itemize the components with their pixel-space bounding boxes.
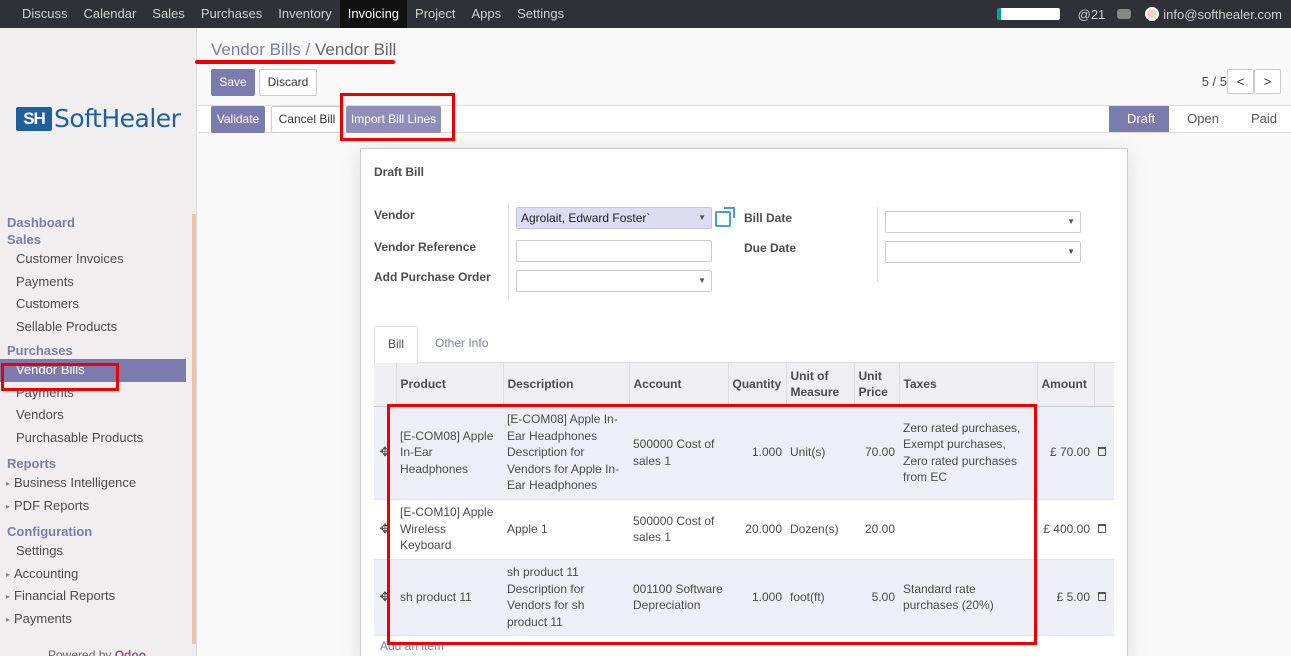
top-navbar: Discuss Calendar Sales Purchases Invento… (0, 0, 1291, 28)
user-menu[interactable]: info@softhealer.com (1163, 7, 1282, 22)
breadcrumb: Vendor Bills / Vendor Bill (211, 40, 397, 59)
main-content: Vendor Bills / Vendor Bill Save Discard … (195, 28, 1291, 656)
stage-open[interactable]: Open (1169, 106, 1233, 132)
highlight-import-button (340, 93, 455, 141)
sidebar-section-configuration: Configuration (7, 524, 93, 539)
avatar[interactable] (1145, 7, 1160, 21)
caret-down-icon[interactable]: ▼ (1067, 242, 1075, 262)
pager-prev-button[interactable]: < (1227, 69, 1254, 94)
menu-invoicing[interactable]: Invoicing (339, 0, 408, 28)
menu-apps[interactable]: Apps (464, 0, 510, 28)
at-icon: @ (1077, 6, 1091, 22)
purchase-order-select[interactable]: ▼ (516, 270, 712, 292)
cancel-bill-button[interactable]: Cancel Bill (271, 106, 343, 133)
sidebar-item-customer-invoices[interactable]: Customer Invoices (0, 248, 186, 271)
form-tabs: Bill Other Info (374, 326, 1114, 363)
highlight-underline (195, 60, 395, 64)
logo-mark-icon: SH (16, 106, 52, 131)
highlight-bill-lines (387, 404, 1037, 645)
company-logo: SH SoftHealer (16, 104, 181, 133)
bill-date-label: Bill Date (744, 211, 793, 225)
col-taxes[interactable]: Taxes (899, 363, 1038, 407)
col-quantity[interactable]: Quantity (728, 363, 787, 407)
tab-other-info[interactable]: Other Info (422, 326, 501, 363)
vendor-reference-label: Vendor Reference (374, 240, 477, 254)
status-stages: Draft Open Paid (1108, 106, 1291, 132)
caret-down-icon[interactable]: ▼ (698, 271, 706, 291)
highlight-vendor-bills (1, 363, 119, 391)
trash-icon[interactable] (1098, 591, 1106, 601)
menu-calendar[interactable]: Calendar (76, 0, 145, 28)
sidebar-item-sellable-products[interactable]: Sellable Products (0, 316, 186, 339)
chat-icon[interactable] (1117, 9, 1132, 19)
add-purchase-order-label: Add Purchase Order (374, 270, 491, 284)
trash-icon[interactable] (1098, 523, 1106, 533)
external-link-icon[interactable] (715, 207, 735, 227)
stage-paid[interactable]: Paid (1232, 106, 1291, 132)
breadcrumb-parent[interactable]: Vendor Bills (211, 40, 301, 59)
sidebar-section-reports: Reports (7, 456, 57, 471)
mentions-counter[interactable]: @21 (1078, 7, 1106, 22)
stage-draft[interactable]: Draft (1108, 106, 1170, 132)
breadcrumb-current: Vendor Bill (314, 40, 397, 59)
menu-project[interactable]: Project (407, 0, 463, 28)
form-title: Draft Bill (374, 165, 425, 179)
vendor-label: Vendor (374, 208, 415, 222)
menu-sales[interactable]: Sales (144, 0, 193, 28)
col-account[interactable]: Account (629, 363, 729, 407)
sidebar-item-purchasable-products[interactable]: Purchasable Products (0, 427, 186, 450)
sidebar-item-financial-reports[interactable]: Financial Reports (0, 585, 186, 608)
pager-counter[interactable]: 5 / 5 (1202, 74, 1227, 89)
pager-next-button[interactable]: > (1254, 69, 1281, 94)
col-description[interactable]: Description (503, 363, 630, 407)
sidebar-scrollbar[interactable] (192, 214, 196, 644)
onboarding-progress-bar[interactable] (996, 8, 1060, 20)
sidebar-section-dashboard[interactable]: Dashboard (0, 214, 186, 231)
discard-button[interactable]: Discard (259, 69, 317, 96)
menu-inventory[interactable]: Inventory (270, 0, 339, 28)
powered-by: Powered by Odoo (48, 648, 146, 656)
logo-text: SoftHealer (54, 104, 181, 133)
odoo-link[interactable]: Odoo (115, 648, 146, 656)
sidebar-item-payments[interactable]: Payments (0, 271, 186, 294)
sidebar-item-accounting[interactable]: Accounting (0, 563, 186, 586)
sidebar: SH SoftHealer Dashboard Sales Customer I… (0, 28, 197, 656)
validate-button[interactable]: Validate (211, 106, 265, 133)
col-unit-of-measure[interactable]: Unit of Measure (786, 363, 855, 407)
sidebar-item-settings[interactable]: Settings (0, 540, 186, 563)
sidebar-item-business-intelligence[interactable]: Business Intelligence (0, 472, 186, 495)
sidebar-section-sales: Sales (7, 232, 41, 247)
col-unit-price[interactable]: Unit Price (854, 363, 900, 407)
col-amount[interactable]: Amount (1037, 363, 1095, 407)
due-date-input[interactable]: ▼ (885, 241, 1081, 263)
sidebar-item-vendors[interactable]: Vendors (0, 404, 186, 427)
menu-settings[interactable]: Settings (509, 0, 572, 28)
table-header-row: Product Description Account Quantity Uni… (374, 363, 1114, 407)
trash-icon[interactable] (1098, 447, 1106, 457)
sidebar-item-config-payments[interactable]: Payments (0, 608, 186, 631)
col-product[interactable]: Product (396, 363, 504, 407)
tab-bill[interactable]: Bill (374, 326, 419, 363)
save-button[interactable]: Save (211, 69, 255, 96)
vendor-reference-input[interactable] (516, 240, 712, 262)
vendor-field[interactable]: Agrolait, Edward Foster` ▼ (516, 207, 712, 229)
caret-down-icon[interactable]: ▼ (698, 208, 706, 228)
sidebar-item-customers[interactable]: Customers (0, 293, 186, 316)
bill-date-input[interactable]: ▼ (885, 211, 1081, 233)
sidebar-item-pdf-reports[interactable]: PDF Reports (0, 495, 186, 518)
sidebar-section-purchases: Purchases (7, 343, 73, 358)
menu-purchases[interactable]: Purchases (193, 0, 270, 28)
sidebar-nav: Dashboard Sales Customer Invoices Paymen… (0, 214, 186, 630)
due-date-label: Due Date (744, 241, 797, 255)
app-menu: Discuss Calendar Sales Purchases Invento… (0, 0, 572, 28)
caret-down-icon[interactable]: ▼ (1067, 212, 1075, 232)
menu-discuss[interactable]: Discuss (14, 0, 76, 28)
